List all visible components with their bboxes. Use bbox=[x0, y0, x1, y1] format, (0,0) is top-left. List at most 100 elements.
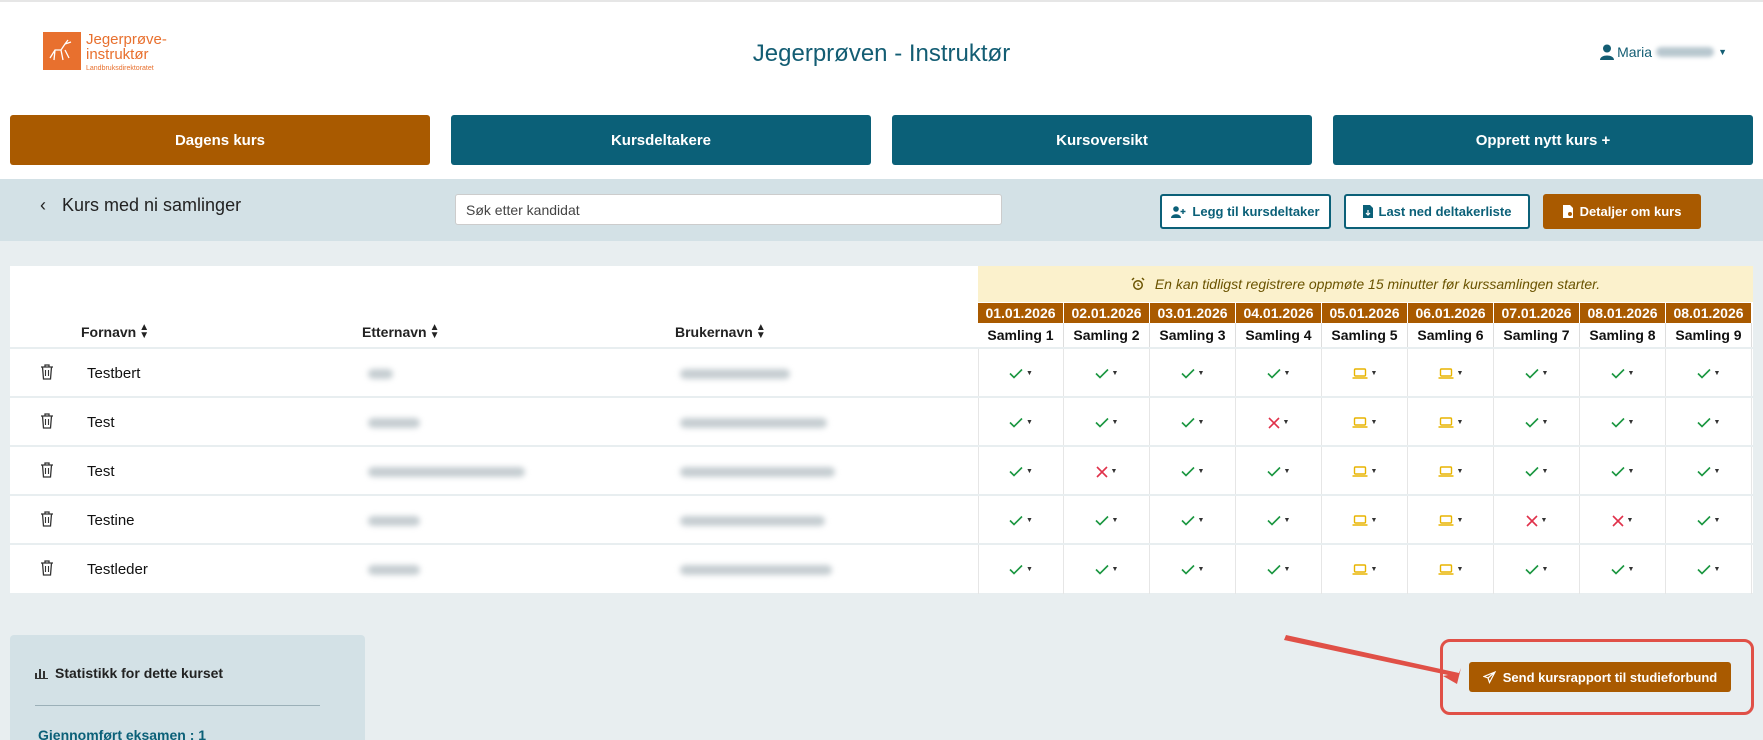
send-report-button[interactable]: Send kursrapport til studieforbund bbox=[1469, 662, 1731, 692]
download-list-label: Last ned deltakerliste bbox=[1378, 204, 1512, 219]
trash-icon[interactable] bbox=[40, 560, 54, 576]
attendance-cell[interactable]: ▼ bbox=[1236, 349, 1322, 398]
attendance-cell[interactable]: ▼ bbox=[1064, 447, 1150, 496]
nav-dagens-kurs[interactable]: Dagens kurs bbox=[10, 115, 430, 165]
chevron-down-icon: ▼ bbox=[1111, 370, 1119, 377]
session-date: 02.01.2026 bbox=[1064, 303, 1150, 323]
file-details-icon bbox=[1562, 205, 1573, 218]
attendance-cell[interactable]: ▼ bbox=[1150, 349, 1236, 398]
attendance-cell[interactable]: ▼ bbox=[1580, 349, 1666, 398]
attendance-cell[interactable]: ▼ bbox=[1580, 398, 1666, 447]
chevron-down-icon: ▼ bbox=[1026, 566, 1033, 573]
attendance-cell[interactable]: ▼ bbox=[978, 496, 1064, 545]
attendance-cell[interactable]: ▼ bbox=[1666, 447, 1752, 496]
col-etternavn-label: Etternavn bbox=[362, 324, 427, 340]
nav-kursoversikt[interactable]: Kursoversikt bbox=[892, 115, 1312, 165]
add-user-icon bbox=[1171, 205, 1186, 218]
stats-completed: Gjennomført eksamen : 1 bbox=[38, 727, 207, 740]
laptop-icon bbox=[1438, 417, 1454, 428]
attendance-cell[interactable]: ▼ bbox=[1236, 398, 1322, 447]
attendance-cell[interactable]: ▼ bbox=[978, 349, 1064, 398]
attendance-cell[interactable]: ▼ bbox=[1494, 398, 1580, 447]
attendance-cell[interactable]: ▼ bbox=[1666, 545, 1752, 594]
attendance-cell[interactable]: ▼ bbox=[1494, 349, 1580, 398]
course-details-button[interactable]: Detaljer om kurs bbox=[1543, 194, 1701, 229]
attendance-cell[interactable]: ▼ bbox=[1666, 496, 1752, 545]
search-input[interactable] bbox=[455, 194, 1002, 225]
col-fornavn[interactable]: Fornavn ▲ ▼ bbox=[81, 323, 149, 341]
stats-title-text: Statistikk for dette kurset bbox=[55, 665, 224, 681]
session-date: 04.01.2026 bbox=[1236, 303, 1322, 323]
nav-opprett-kurs[interactable]: Opprett nytt kurs + bbox=[1333, 115, 1753, 165]
col-etternavn[interactable]: Etternavn ▲ ▼ bbox=[362, 323, 439, 341]
username-redacted bbox=[680, 516, 825, 526]
attendance-cell[interactable]: ▼ bbox=[1322, 496, 1408, 545]
attendance-cell[interactable]: ▼ bbox=[1580, 496, 1666, 545]
laptop-icon bbox=[1438, 564, 1454, 575]
check-icon bbox=[1009, 466, 1023, 477]
attendance-cell[interactable]: ▼ bbox=[1150, 545, 1236, 594]
check-icon bbox=[1180, 368, 1195, 379]
attendance-cell[interactable]: ▼ bbox=[1064, 398, 1150, 447]
attendance-cell[interactable]: ▼ bbox=[1408, 545, 1494, 594]
attendance-cell[interactable]: ▼ bbox=[1064, 496, 1150, 545]
attendance-cell[interactable]: ▼ bbox=[1064, 545, 1150, 594]
chevron-down-icon: ▼ bbox=[1713, 566, 1721, 573]
attendance-cell[interactable]: ▼ bbox=[1408, 398, 1494, 447]
add-participant-button[interactable]: Legg til kursdeltaker bbox=[1160, 194, 1331, 229]
trash-icon[interactable] bbox=[40, 511, 54, 527]
last-name-redacted bbox=[368, 565, 420, 575]
chevron-down-icon: ▼ bbox=[1197, 517, 1205, 524]
first-name: Testbert bbox=[87, 365, 141, 382]
attendance-cell[interactable]: ▼ bbox=[1408, 447, 1494, 496]
attendance-cell[interactable]: ▼ bbox=[1580, 447, 1666, 496]
check-icon bbox=[1524, 368, 1539, 379]
attendance-cell[interactable]: ▼ bbox=[1494, 447, 1580, 496]
attendance-cell[interactable]: ▼ bbox=[1408, 496, 1494, 545]
attendance-cell[interactable]: ▼ bbox=[978, 447, 1064, 496]
attendance-cell[interactable]: ▼ bbox=[1236, 447, 1322, 496]
attendance-cell[interactable]: ▼ bbox=[1236, 496, 1322, 545]
attendance-cell[interactable]: ▼ bbox=[1494, 496, 1580, 545]
user-menu[interactable]: Maria ▼ bbox=[1600, 44, 1727, 60]
attendance-cell[interactable]: ▼ bbox=[1150, 398, 1236, 447]
last-name-redacted bbox=[368, 467, 525, 477]
first-name: Test bbox=[87, 463, 115, 480]
session-date-row: 01.01.2026 02.01.2026 03.01.2026 04.01.2026… bbox=[978, 303, 1752, 323]
attendance-cell[interactable]: ▼ bbox=[1494, 545, 1580, 594]
attendance-cell[interactable]: ▼ bbox=[1666, 349, 1752, 398]
attendance-cell[interactable]: ▼ bbox=[1322, 349, 1408, 398]
add-participant-label: Legg til kursdeltaker bbox=[1192, 204, 1320, 219]
table-row: Testine ▼ ▼ ▼ ▼ ▼ ▼ ▼ ▼ ▼ bbox=[10, 496, 1753, 545]
back-link[interactable]: ‹ Kurs med ni samlinger bbox=[40, 195, 241, 216]
chevron-down-icon: ▼ bbox=[1540, 517, 1548, 524]
attendance-cell[interactable]: ▼ bbox=[1408, 349, 1494, 398]
download-list-button[interactable]: Last ned deltakerliste bbox=[1344, 194, 1530, 229]
attendance-cell[interactable]: ▼ bbox=[1580, 545, 1666, 594]
session-date: 08.01.2026 bbox=[1666, 303, 1752, 323]
trash-icon[interactable] bbox=[40, 462, 54, 478]
app-header: Jegerprøve- instruktør Landbruksdirektor… bbox=[0, 0, 1763, 104]
username-redacted bbox=[680, 565, 832, 575]
chevron-down-icon: ▼ bbox=[1718, 47, 1727, 57]
attendance-cell[interactable]: ▼ bbox=[1666, 398, 1752, 447]
attendance-cell[interactable]: ▼ bbox=[1322, 447, 1408, 496]
attendance-cell[interactable]: ▼ bbox=[1322, 398, 1408, 447]
attendance-cell[interactable]: ▼ bbox=[978, 398, 1064, 447]
chevron-down-icon: ▼ bbox=[1283, 517, 1291, 524]
attendance-cell[interactable]: ▼ bbox=[978, 545, 1064, 594]
trash-icon[interactable] bbox=[40, 364, 54, 380]
col-brukernavn[interactable]: Brukernavn ▲ ▼ bbox=[675, 323, 766, 341]
divider bbox=[35, 705, 320, 706]
trash-icon[interactable] bbox=[40, 413, 54, 429]
attendance-cell[interactable]: ▼ bbox=[1236, 545, 1322, 594]
attendance-cell[interactable]: ▼ bbox=[1150, 496, 1236, 545]
nav-kursdeltakere[interactable]: Kursdeltakere bbox=[451, 115, 871, 165]
chevron-down-icon: ▼ bbox=[1541, 419, 1549, 426]
attendance-cell[interactable]: ▼ bbox=[1150, 447, 1236, 496]
attendance-cell[interactable]: ▼ bbox=[1064, 349, 1150, 398]
session-date: 05.01.2026 bbox=[1322, 303, 1408, 323]
file-download-icon bbox=[1362, 205, 1373, 218]
chevron-down-icon: ▼ bbox=[1370, 468, 1378, 475]
attendance-cell[interactable]: ▼ bbox=[1322, 545, 1408, 594]
